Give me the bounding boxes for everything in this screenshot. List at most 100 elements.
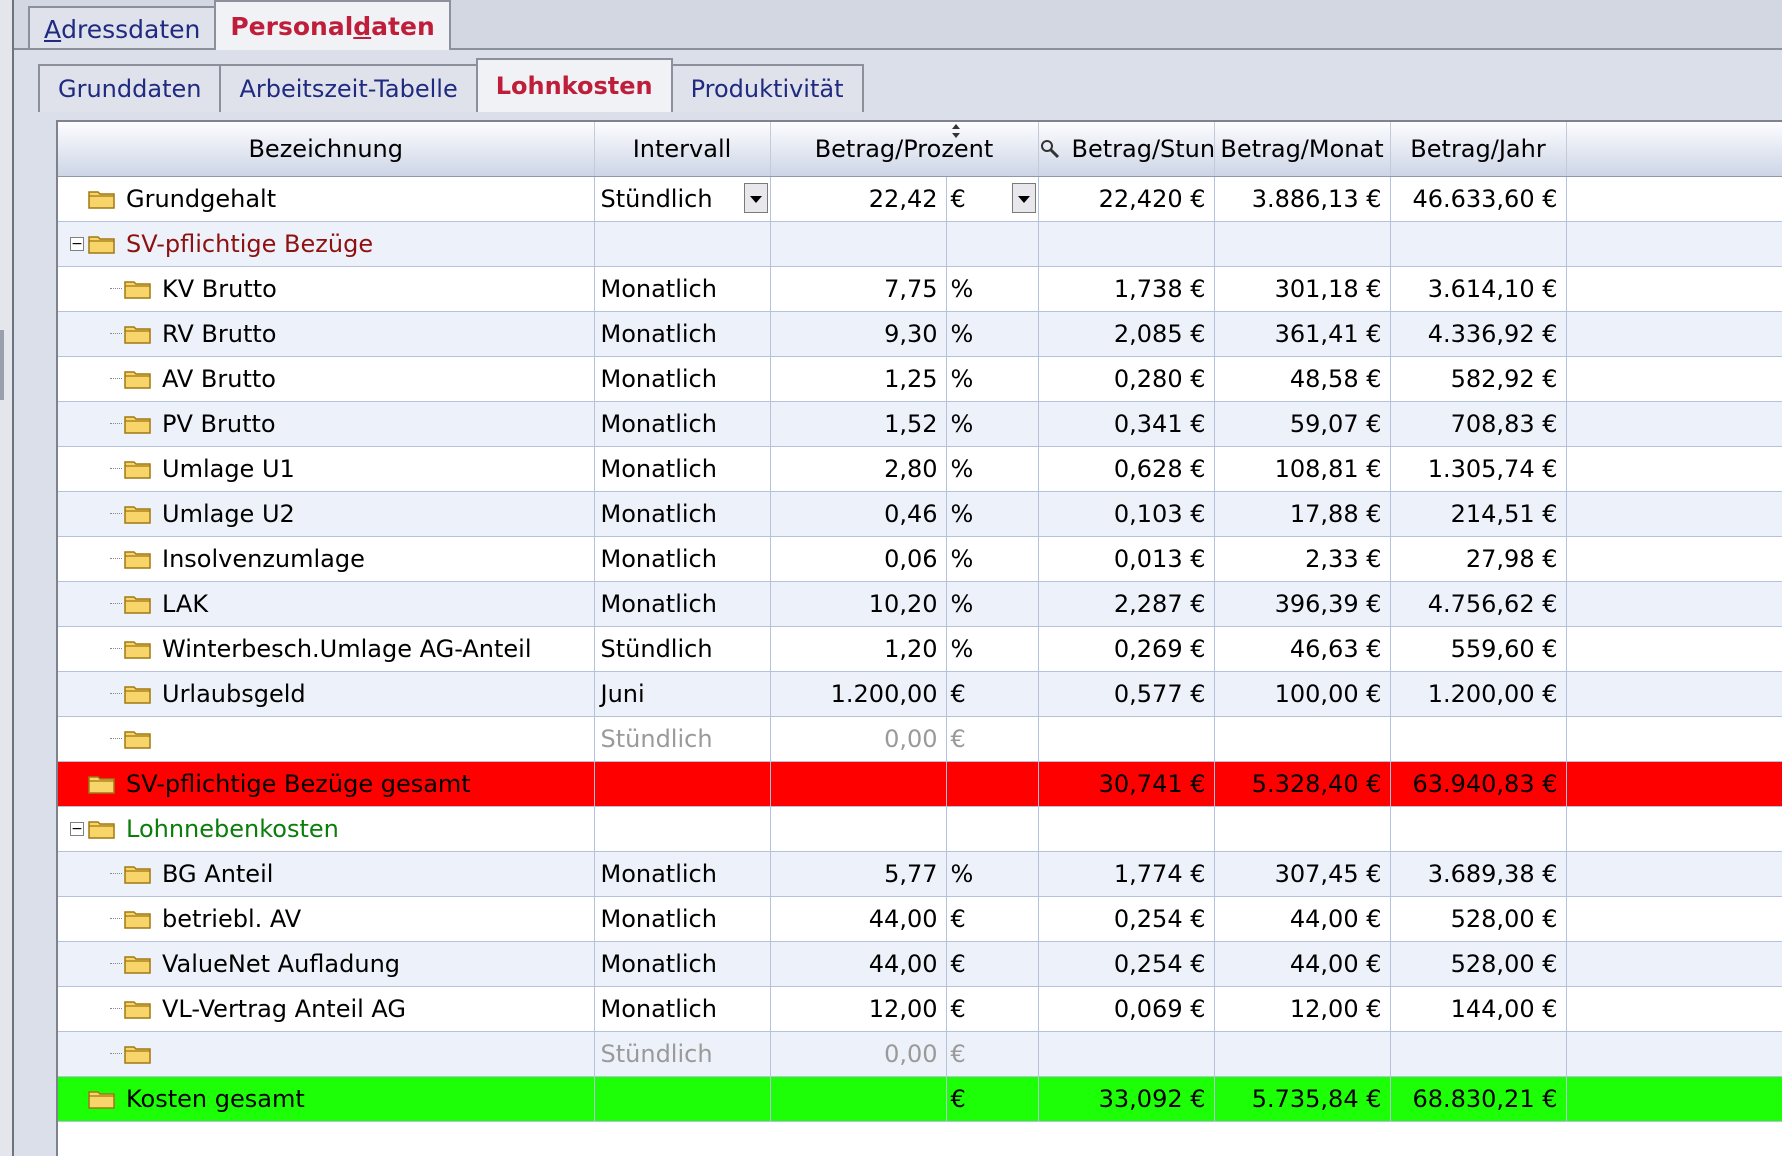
cell-betrag[interactable]: 0,00 <box>770 1031 947 1077</box>
cell-intervall[interactable] <box>594 1076 771 1122</box>
cell-betrag[interactable]: 1,20 <box>770 626 947 672</box>
table-row[interactable]: LAK Monatlich 10,20% 2,287 €396,39 €4.756,6… <box>58 581 1782 627</box>
cell-unit[interactable] <box>946 806 1039 852</box>
cell-intervall[interactable]: Monatlich <box>594 851 771 897</box>
cell-bezeichnung[interactable]: − SV-pflichtige Bezüge <box>58 221 595 267</box>
cell-bezeichnung[interactable]: ValueNet Aufladung <box>58 941 595 987</box>
cell-unit[interactable]: % <box>946 851 1039 897</box>
cell-unit[interactable] <box>946 761 1039 807</box>
cell-bezeichnung[interactable]: VL-Vertrag Anteil AG <box>58 986 595 1032</box>
cell-betrag[interactable]: 7,75 <box>770 266 947 312</box>
cell-unit[interactable]: % <box>946 536 1039 582</box>
col-header-betrag-prozent[interactable]: Betrag/Prozent <box>770 122 1039 177</box>
cell-betrag[interactable]: 9,30 <box>770 311 947 357</box>
cell-intervall[interactable]: Monatlich <box>594 896 771 942</box>
tab-produktivitaet[interactable]: Produktivität <box>670 64 864 112</box>
cell-bezeichnung[interactable]: Urlaubsgeld <box>58 671 595 717</box>
col-header-bezeichnung[interactable]: Bezeichnung <box>58 122 595 177</box>
cell-bezeichnung[interactable]: KV Brutto <box>58 266 595 312</box>
cell-betrag[interactable]: 22,42 <box>770 176 947 222</box>
cell-bezeichnung[interactable] <box>58 1031 595 1077</box>
intervall-dropdown-button[interactable] <box>743 183 768 213</box>
cell-unit[interactable] <box>946 221 1039 267</box>
cell-betrag[interactable]: 44,00 <box>770 941 947 987</box>
table-row[interactable]: AV Brutto Monatlich 1,25% 0,280 €48,58 €582… <box>58 356 1782 402</box>
cell-betrag[interactable] <box>770 1076 947 1122</box>
cell-bezeichnung[interactable]: PV Brutto <box>58 401 595 447</box>
cell-intervall[interactable]: Stündlich <box>594 716 771 762</box>
cell-unit[interactable]: % <box>946 626 1039 672</box>
cell-bezeichnung[interactable]: RV Brutto <box>58 311 595 357</box>
cell-betrag[interactable]: 12,00 <box>770 986 947 1032</box>
table-row[interactable]: BG Anteil Monatlich 5,77% 1,774 €307,45 €3.… <box>58 851 1782 897</box>
table-row[interactable]: Winterbesch.Umlage AG-Anteil Stündlich 1,2… <box>58 626 1782 672</box>
cell-intervall[interactable]: Juni <box>594 671 771 717</box>
cell-betrag[interactable]: 0,00 <box>770 716 947 762</box>
tab-lohnkosten[interactable]: Lohnkosten <box>475 58 673 112</box>
tab-personaldaten[interactable]: Personal d aten <box>214 0 451 50</box>
cell-unit[interactable]: € <box>946 1031 1039 1077</box>
table-row[interactable]: RV Brutto Monatlich 9,30% 2,085 €361,41 €4.… <box>58 311 1782 357</box>
cell-unit[interactable]: € <box>946 896 1039 942</box>
cell-unit[interactable]: € <box>946 716 1039 762</box>
col-header-betrag-stunde[interactable]: Betrag/Stunde <box>1038 122 1245 177</box>
table-row[interactable]: Umlage U1 Monatlich 2,80% 0,628 €108,81 €1.… <box>58 446 1782 492</box>
table-row[interactable]: Stündlich 0,00 € <box>58 1031 1782 1077</box>
table-row[interactable]: ValueNet Aufladung Monatlich 44,00 €0,254 €… <box>58 941 1782 987</box>
cell-betrag[interactable]: 1,52 <box>770 401 947 447</box>
col-header-betrag-monat[interactable]: Betrag/Monat <box>1214 122 1391 177</box>
tab-adressdaten[interactable]: Adressdaten <box>28 6 217 50</box>
cell-unit[interactable]: % <box>946 401 1039 447</box>
table-row[interactable]: SV-pflichtige Bezüge gesamt 30,741 €5.328… <box>58 761 1782 807</box>
cell-intervall[interactable]: Monatlich <box>594 311 771 357</box>
table-row[interactable]: − Lohnnebenkosten <box>58 806 1782 852</box>
table-row[interactable]: Insolvenzumlage Monatlich 0,06% 0,013 €2,33… <box>58 536 1782 582</box>
cell-intervall[interactable] <box>594 761 771 807</box>
cell-intervall[interactable]: Monatlich <box>594 446 771 492</box>
cell-bezeichnung[interactable] <box>58 716 595 762</box>
cell-betrag[interactable]: 10,20 <box>770 581 947 627</box>
cell-betrag[interactable] <box>770 761 947 807</box>
cell-intervall[interactable]: Monatlich <box>594 941 771 987</box>
tab-arbeitszeit-tabelle[interactable]: Arbeitszeit-Tabelle <box>219 64 478 112</box>
cell-betrag[interactable]: 0,06 <box>770 536 947 582</box>
table-row[interactable]: Urlaubsgeld Juni 1.200,00 €0,577 €100,00 €1… <box>58 671 1782 717</box>
cell-unit[interactable]: € <box>946 176 1039 222</box>
cell-betrag[interactable]: 5,77 <box>770 851 947 897</box>
cell-unit[interactable]: % <box>946 266 1039 312</box>
cell-betrag[interactable]: 2,80 <box>770 446 947 492</box>
cell-intervall[interactable] <box>594 806 771 852</box>
cell-bezeichnung[interactable]: Kosten gesamt <box>58 1076 595 1122</box>
cell-betrag[interactable]: 44,00 <box>770 896 947 942</box>
cell-betrag[interactable]: 1,25 <box>770 356 947 402</box>
unit-dropdown-button[interactable] <box>1011 183 1036 213</box>
cell-bezeichnung[interactable]: Winterbesch.Umlage AG-Anteil <box>58 626 595 672</box>
table-row[interactable]: VL-Vertrag Anteil AG Monatlich 12,00 €0,069… <box>58 986 1782 1032</box>
cell-betrag[interactable]: 1.200,00 <box>770 671 947 717</box>
cell-intervall[interactable]: Monatlich <box>594 266 771 312</box>
col-header-betrag-jahr[interactable]: Betrag/Jahr <box>1390 122 1567 177</box>
cell-unit[interactable]: € <box>946 941 1039 987</box>
table-row[interactable]: Kosten gesamt €33,092 €5.735,84 €68.830,2… <box>58 1076 1782 1122</box>
cell-unit[interactable]: % <box>946 491 1039 537</box>
cell-bezeichnung[interactable]: Umlage U2 <box>58 491 595 537</box>
cell-intervall[interactable]: Monatlich <box>594 581 771 627</box>
cell-bezeichnung[interactable]: Umlage U1 <box>58 446 595 492</box>
cell-unit[interactable]: % <box>946 581 1039 627</box>
cell-betrag[interactable] <box>770 221 947 267</box>
cell-bezeichnung[interactable]: Grundgehalt <box>58 176 595 222</box>
cell-intervall[interactable]: Stündlich <box>594 176 771 222</box>
cell-bezeichnung[interactable]: − Lohnnebenkosten <box>58 806 595 852</box>
cell-intervall[interactable]: Stündlich <box>594 626 771 672</box>
cell-bezeichnung[interactable]: LAK <box>58 581 595 627</box>
collapse-icon[interactable]: − <box>70 237 84 251</box>
cell-betrag[interactable] <box>770 806 947 852</box>
table-row[interactable]: − SV-pflichtige Bezüge <box>58 221 1782 267</box>
cell-bezeichnung[interactable]: BG Anteil <box>58 851 595 897</box>
cell-bezeichnung[interactable]: AV Brutto <box>58 356 595 402</box>
col-header-intervall[interactable]: Intervall <box>594 122 771 177</box>
table-row[interactable]: Grundgehalt Stündlich 22,42 €22,420 €3.886,… <box>58 176 1782 222</box>
collapse-icon[interactable]: − <box>70 822 84 836</box>
table-row[interactable]: betriebl. AV Monatlich 44,00 €0,254 €44,00 … <box>58 896 1782 942</box>
cell-unit[interactable]: € <box>946 986 1039 1032</box>
